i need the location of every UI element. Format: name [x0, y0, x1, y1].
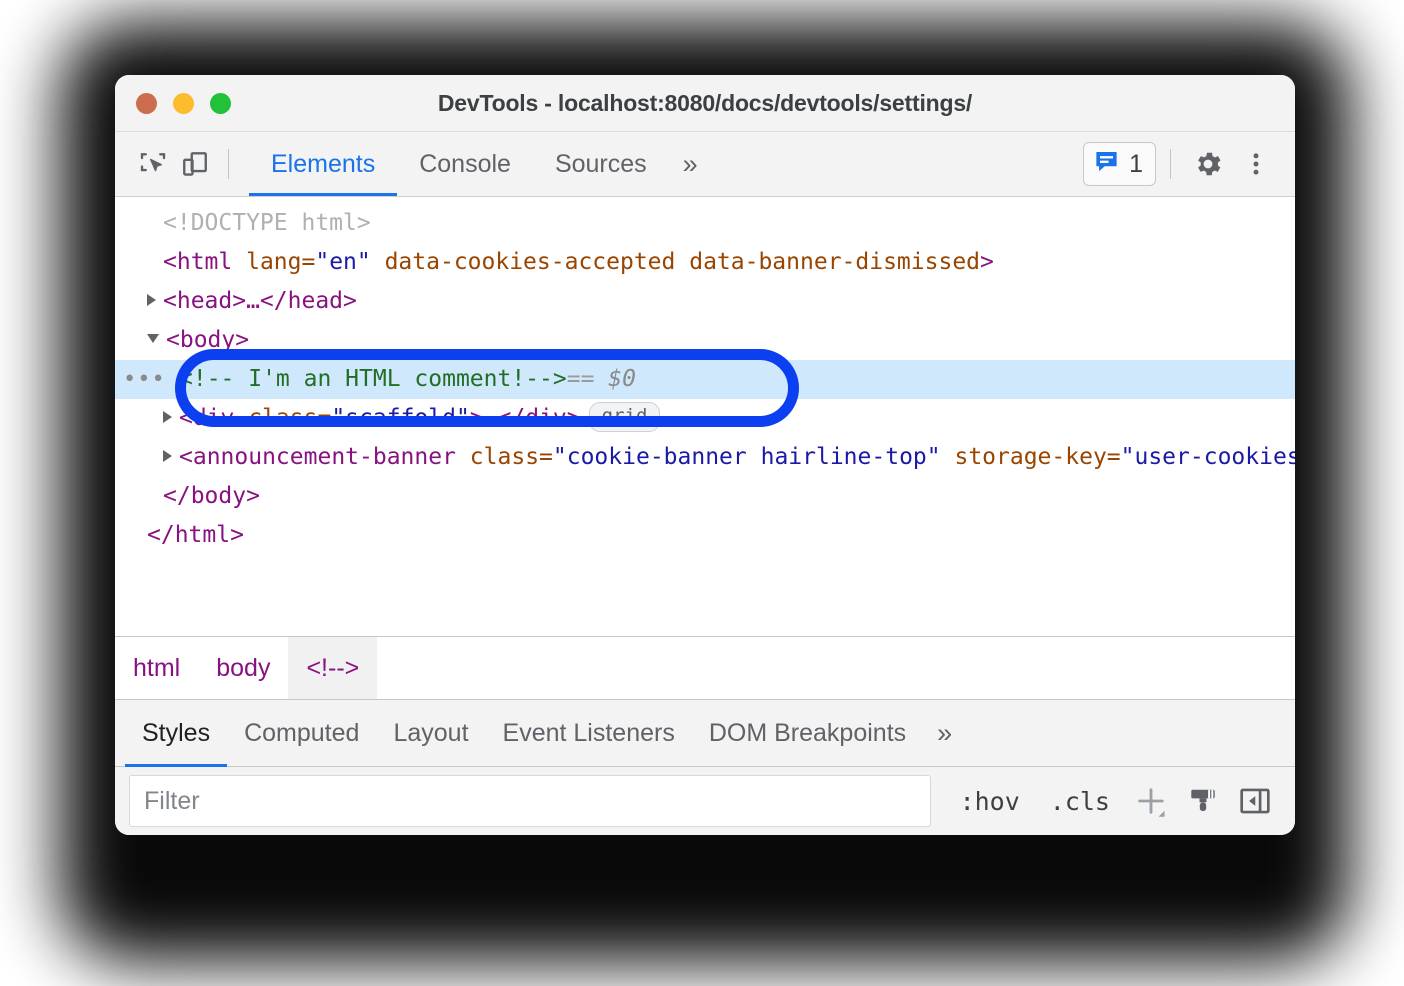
- panel-tabs: Elements Console Sources »: [249, 132, 712, 196]
- tab-dom-breakpoints[interactable]: DOM Breakpoints: [692, 700, 923, 766]
- dom-row-html[interactable]: <html lang="en" data-cookies-accepted da…: [115, 243, 1295, 282]
- plus-icon[interactable]: [1125, 776, 1177, 826]
- dom-row-body-close[interactable]: </body>: [115, 477, 1295, 516]
- filter-input-placeholder: Filter: [144, 787, 200, 816]
- title-bar: DevTools - localhost:8080/docs/devtools/…: [115, 75, 1295, 132]
- styles-sidebar-tabs: Styles Computed Layout Event Listeners D…: [115, 699, 1295, 767]
- banner-tag-open: <announcement-banner: [179, 444, 456, 470]
- tab-console[interactable]: Console: [397, 132, 533, 196]
- breadcrumb-item-body[interactable]: body: [198, 637, 288, 699]
- tab-computed-label: Computed: [244, 719, 359, 748]
- dom-row-comment[interactable]: ••• <!-- I'm an HTML comment!-->== $0: [115, 360, 1295, 399]
- kebab-menu-icon[interactable]: [1233, 141, 1279, 187]
- dom-row-body-open[interactable]: <body>: [115, 321, 1295, 360]
- expand-head-icon[interactable]: [147, 294, 156, 306]
- close-button[interactable]: [136, 93, 157, 114]
- div-tag-open: <div: [179, 405, 234, 431]
- div-tag-close: </div>: [498, 405, 581, 431]
- devtools-window: DevTools - localhost:8080/docs/devtools/…: [115, 75, 1295, 835]
- banner-storage-key-attr-name: storage-key=: [941, 444, 1121, 470]
- breadcrumb-item-html-label: html: [133, 654, 180, 683]
- tab-elements-label: Elements: [271, 150, 375, 179]
- tab-layout[interactable]: Layout: [376, 700, 485, 766]
- window-controls: [115, 93, 231, 114]
- issues-count: 1: [1129, 150, 1143, 179]
- breadcrumb-item-comment-label: <!-->: [306, 654, 359, 683]
- dom-row-html-close[interactable]: </html>: [115, 516, 1295, 555]
- window-title: DevTools - localhost:8080/docs/devtools/…: [115, 90, 1295, 117]
- tab-event-listeners[interactable]: Event Listeners: [486, 700, 692, 766]
- dom-row-doctype[interactable]: <!DOCTYPE html>: [115, 204, 1295, 243]
- device-toolbar-icon[interactable]: [174, 143, 216, 185]
- body-tag-open: <body>: [166, 327, 249, 353]
- filter-input[interactable]: Filter: [129, 775, 931, 827]
- toolbar-divider: [228, 149, 229, 179]
- comment-text: <!-- I'm an HTML comment!-->: [179, 366, 567, 392]
- banner-class-attr-value: "cookie-banner hairline-top": [553, 444, 941, 470]
- tab-styles-label: Styles: [142, 719, 210, 748]
- tab-dom-breakpoints-label: DOM Breakpoints: [709, 719, 906, 748]
- tab-styles[interactable]: Styles: [125, 700, 227, 766]
- tab-elements[interactable]: Elements: [249, 132, 397, 196]
- tab-computed[interactable]: Computed: [227, 700, 376, 766]
- tab-console-label: Console: [419, 150, 511, 179]
- body-tag-close: </body>: [163, 483, 260, 509]
- maximize-button[interactable]: [210, 93, 231, 114]
- collapse-body-icon[interactable]: [147, 334, 159, 343]
- tab-layout-label: Layout: [393, 719, 468, 748]
- inspect-element-icon[interactable]: [132, 143, 174, 185]
- html-attr-lang-value: "en": [315, 249, 370, 275]
- banner-storage-key-attr-value: "user-cookies": [1121, 444, 1295, 470]
- breadcrumb: html body <!-->: [115, 636, 1295, 699]
- div-class-attr-name: class=: [234, 405, 331, 431]
- html-tag-open: <html: [163, 249, 232, 275]
- dom-tree[interactable]: <!DOCTYPE html> <html lang="en" data-coo…: [115, 197, 1295, 636]
- expand-announcement-banner-icon[interactable]: [163, 450, 172, 462]
- head-collapsed-text: <head>…</head>: [163, 288, 357, 314]
- dom-row-div-scaffold[interactable]: <div class="scaffold">…</div> grid: [115, 399, 1295, 438]
- comment-dollar-zero: $0: [608, 366, 636, 392]
- dom-row-announcement-banner[interactable]: <announcement-banner class="cookie-banne…: [115, 438, 1295, 477]
- more-panels-button[interactable]: »: [669, 132, 712, 196]
- styles-filter-bar: Filter :hov .cls: [115, 767, 1295, 835]
- expand-div-icon[interactable]: [163, 411, 172, 423]
- div-children-ellipsis: …: [484, 405, 498, 431]
- banner-class-attr-name: class=: [456, 444, 553, 470]
- minimize-button[interactable]: [173, 93, 194, 114]
- div-tag-gt: >: [470, 405, 484, 431]
- chevron-double-right-icon: »: [683, 149, 698, 180]
- breadcrumb-item-body-label: body: [216, 654, 270, 683]
- dom-row-head[interactable]: <head>…</head>: [115, 282, 1295, 321]
- tab-event-listeners-label: Event Listeners: [503, 719, 675, 748]
- html-tag-close: >: [980, 249, 994, 275]
- issues-icon: [1093, 148, 1120, 180]
- tab-sources-label: Sources: [555, 150, 647, 179]
- html-attr-lang-name: lang=: [232, 249, 315, 275]
- devtools-toolbar: Elements Console Sources »: [115, 132, 1295, 197]
- issues-badge[interactable]: 1: [1083, 142, 1156, 186]
- more-sidebar-tabs-button[interactable]: »: [923, 700, 966, 766]
- paint-brush-icon[interactable]: [1177, 776, 1229, 826]
- breadcrumb-item-comment[interactable]: <!-->: [288, 637, 377, 699]
- row-overflow-dots[interactable]: •••: [123, 360, 166, 399]
- cls-button[interactable]: .cls: [1035, 787, 1125, 816]
- hov-button[interactable]: :hov: [945, 787, 1035, 816]
- html-attr-data-flags: data-cookies-accepted data-banner-dismis…: [371, 249, 980, 275]
- comment-equals: ==: [567, 366, 595, 392]
- gear-icon[interactable]: [1185, 141, 1231, 187]
- toggle-sidebar-icon[interactable]: [1229, 776, 1281, 826]
- toolbar-divider-2: [1170, 149, 1171, 179]
- html-tag-close-end: </html>: [147, 522, 244, 548]
- toolbar-right-group: 1: [1083, 141, 1295, 187]
- breadcrumb-item-html[interactable]: html: [115, 637, 198, 699]
- tab-sources[interactable]: Sources: [533, 132, 669, 196]
- filter-tools: :hov .cls: [931, 776, 1281, 826]
- doctype-text: <!DOCTYPE html>: [163, 210, 371, 236]
- chevron-double-right-icon-2: »: [937, 718, 952, 749]
- grid-badge[interactable]: grid: [589, 402, 661, 432]
- div-class-attr-value: "scaffold": [331, 405, 469, 431]
